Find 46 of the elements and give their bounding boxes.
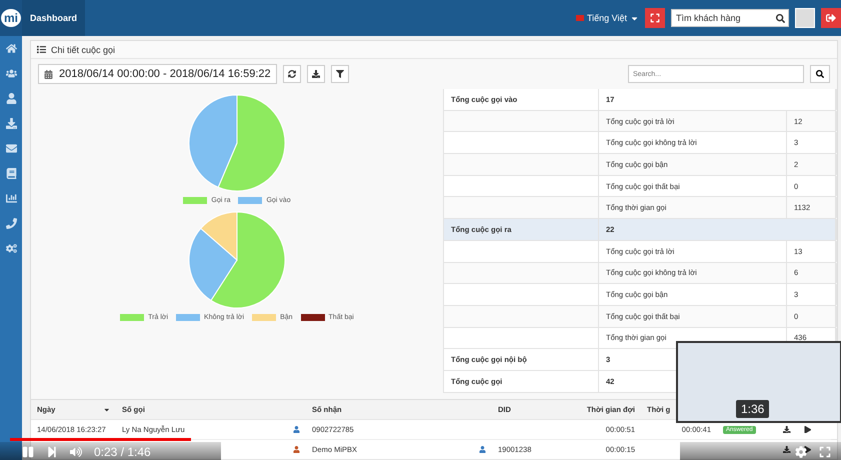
next-icon[interactable] <box>46 446 58 458</box>
gears-icon[interactable] <box>6 243 16 254</box>
download-button[interactable] <box>306 65 325 83</box>
logout-button[interactable] <box>821 8 841 28</box>
list-icon <box>37 45 46 54</box>
logout-icon <box>826 13 836 23</box>
legend-swatch <box>238 197 262 204</box>
search-icon[interactable] <box>776 14 785 23</box>
legend-swatch <box>183 197 208 204</box>
fullscreen-icon[interactable] <box>819 446 831 458</box>
filter-button[interactable] <box>330 65 349 83</box>
filter-icon <box>336 70 344 78</box>
search-button[interactable] <box>810 65 830 83</box>
user-icon[interactable] <box>6 93 16 104</box>
expand-button[interactable] <box>645 8 665 28</box>
refresh-icon <box>288 70 296 78</box>
legend-swatch <box>176 314 200 321</box>
book-icon[interactable] <box>6 168 16 179</box>
play-icon[interactable] <box>804 426 811 434</box>
download-icon[interactable] <box>783 446 790 454</box>
panel-title: Chi tiết cuộc gọi <box>51 44 116 54</box>
search-field[interactable]: Tìm khách hàng <box>671 9 789 27</box>
video-time: 0:23 / 1:46 <box>94 445 151 459</box>
settings-icon[interactable] <box>795 446 807 458</box>
phone-icon[interactable] <box>6 218 16 229</box>
legend-swatch <box>252 314 276 321</box>
expand-icon <box>650 13 660 23</box>
users-icon[interactable] <box>6 68 16 79</box>
search-icon <box>816 70 824 78</box>
calendar-icon <box>44 70 53 78</box>
envelope-icon[interactable] <box>6 143 16 154</box>
refresh-button[interactable] <box>282 65 301 83</box>
home-icon[interactable] <box>6 43 16 54</box>
legend-swatch <box>120 314 144 321</box>
bar-chart-icon[interactable] <box>6 193 16 204</box>
pause-icon[interactable] <box>22 446 34 458</box>
logo[interactable]: mi <box>0 9 21 27</box>
progress-bar[interactable] <box>10 438 831 441</box>
preview-time-tooltip: 1:36 <box>736 400 770 418</box>
legend-swatch <box>300 314 325 321</box>
nav-tab[interactable]: Dashboard <box>22 0 86 36</box>
download-icon <box>312 70 320 78</box>
volume-icon[interactable] <box>70 446 82 458</box>
language-selector[interactable]: Tiếng Việt <box>576 13 639 23</box>
download-icon[interactable] <box>783 426 790 434</box>
date-range-field[interactable]: 2018/06/14 00:00:00 - 2018/06/14 16:59:22 <box>38 64 277 84</box>
